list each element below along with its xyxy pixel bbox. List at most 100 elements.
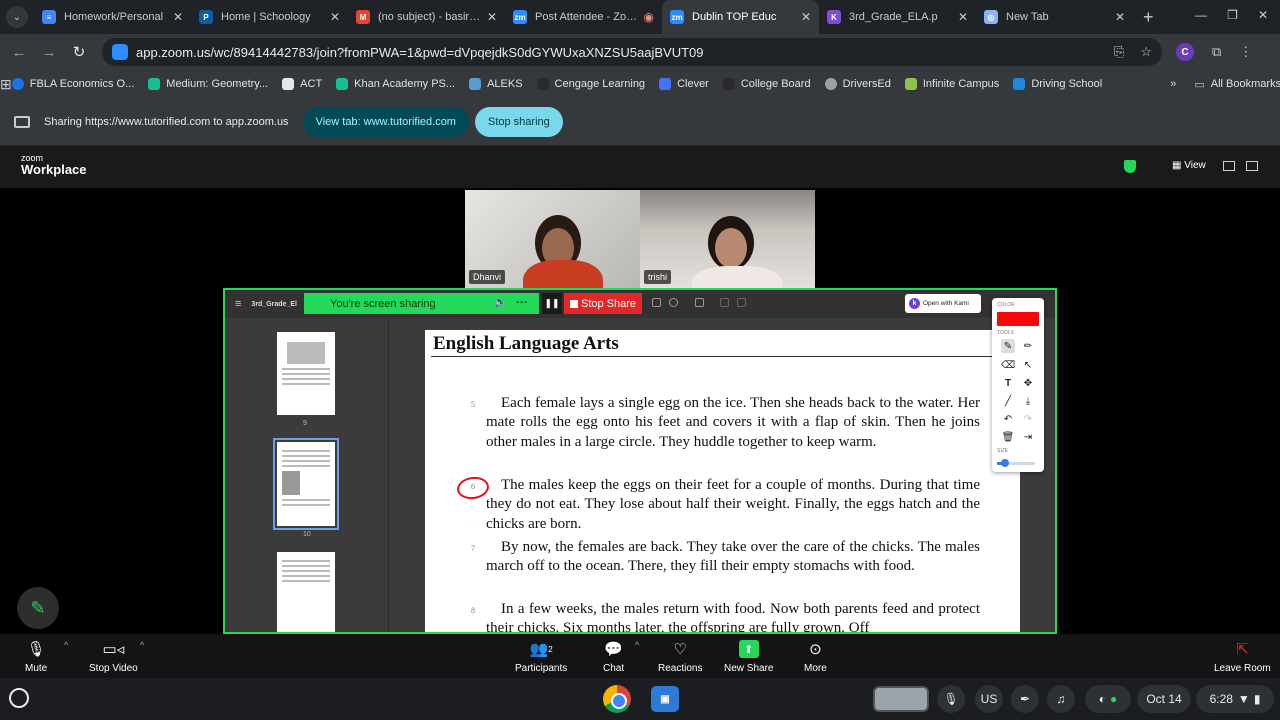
profile-avatar[interactable]: C bbox=[1176, 43, 1194, 61]
bookmark-star-icon[interactable]: ☆ bbox=[1140, 44, 1152, 60]
hamburger-icon[interactable]: ≡ bbox=[235, 298, 241, 310]
screen-share-status-button[interactable]: ◐ ● bbox=[1085, 685, 1131, 713]
marker-icon[interactable]: ✏ bbox=[1021, 339, 1035, 353]
annotate-pen-button[interactable]: ✎ bbox=[17, 587, 59, 629]
close-icon[interactable]: ✕ bbox=[801, 10, 811, 24]
pip-icon[interactable] bbox=[1223, 161, 1235, 171]
encryption-shield-icon[interactable] bbox=[1124, 160, 1136, 173]
screen-sharing-indicator[interactable]: You're screen sharing 🔈 ··· bbox=[304, 293, 539, 314]
launcher-icon[interactable] bbox=[9, 688, 29, 708]
all-bookmarks-button[interactable]: ▭ All Bookmarks bbox=[1194, 78, 1280, 91]
close-window-icon[interactable]: ✕ bbox=[1258, 8, 1268, 22]
bookmark-item[interactable]: College Board bbox=[722, 78, 811, 90]
leave-room-button[interactable]: ⇱ Leave Room bbox=[1214, 638, 1271, 674]
mute-button[interactable]: 🎙 Mute bbox=[25, 638, 47, 674]
move-icon[interactable]: ✥ bbox=[1021, 376, 1035, 390]
redo-icon[interactable]: ↷ bbox=[1021, 412, 1035, 426]
redo-icon[interactable] bbox=[737, 298, 746, 307]
thumbnail-page-11[interactable] bbox=[277, 552, 335, 632]
install-app-icon[interactable]: ⎘ bbox=[1114, 44, 1124, 60]
bookmark-item[interactable]: FBLA Economics O... bbox=[11, 78, 134, 90]
pause-share-button[interactable]: ❚❚ bbox=[542, 293, 562, 314]
tab-schoology[interactable]: P Home | Schoology ✕ bbox=[191, 0, 348, 34]
close-icon[interactable]: ✕ bbox=[487, 10, 497, 24]
line-icon[interactable]: ╱ bbox=[1001, 394, 1015, 408]
participants-options-caret[interactable]: ^ bbox=[635, 640, 639, 650]
thumbnail-page-10[interactable] bbox=[273, 438, 339, 530]
eraser-icon[interactable]: ⌫ bbox=[1001, 358, 1015, 372]
trash-icon[interactable]: 🗑 bbox=[1001, 430, 1015, 444]
close-icon[interactable]: ✕ bbox=[173, 10, 183, 24]
ime-button[interactable]: US bbox=[975, 685, 1003, 713]
tab-dublin-top[interactable]: zm Dublin TOP Educ ✕ bbox=[662, 0, 819, 34]
tab-post-attendee[interactable]: zm Post Attendee - Zoom ◉ bbox=[505, 0, 662, 34]
new-share-button[interactable]: ⬆ New Share bbox=[724, 638, 773, 674]
mic-status-button[interactable]: 🎙 bbox=[937, 685, 965, 713]
tab-gmail[interactable]: M (no subject) - basired ✕ bbox=[348, 0, 505, 34]
bookmark-item[interactable]: Clever bbox=[659, 78, 709, 90]
view-tab-button[interactable]: View tab: www.tutorified.com bbox=[302, 106, 469, 137]
bookmark-item[interactable]: ALEKS bbox=[469, 78, 523, 90]
undo-icon[interactable]: ↶ bbox=[1001, 412, 1015, 426]
bookmark-item[interactable]: DriversEd bbox=[824, 78, 891, 90]
close-icon[interactable]: ✕ bbox=[1115, 10, 1125, 24]
bookmarks-overflow-button[interactable]: » bbox=[1170, 78, 1176, 90]
system-tray-button[interactable]: 6:28 ▼ ▮ bbox=[1196, 685, 1274, 713]
video-options-caret[interactable]: ^ bbox=[140, 640, 144, 650]
bookmark-item[interactable]: Infinite Campus bbox=[904, 78, 999, 90]
minimize-icon[interactable]: — bbox=[1195, 8, 1207, 22]
tab-homework[interactable]: ≡ Homework/Personal ✕ bbox=[34, 0, 191, 34]
stop-video-button[interactable]: ▭◃ Stop Video bbox=[89, 638, 138, 674]
pointer-icon[interactable]: ↖ bbox=[1021, 358, 1035, 372]
classroom-app-icon[interactable]: ▣ bbox=[651, 686, 679, 712]
exit-icon[interactable]: ⇥ bbox=[1021, 430, 1035, 444]
media-controls-button[interactable]: ♫ bbox=[1047, 685, 1075, 713]
page-icon[interactable] bbox=[652, 298, 661, 307]
tab-kami-pdf[interactable]: K 3rd_Grade_ELA.p ✕ bbox=[819, 0, 976, 34]
back-icon[interactable]: ← bbox=[4, 44, 34, 61]
open-with-kami-button[interactable]: k Open with Kami bbox=[905, 294, 981, 313]
more-button[interactable]: ⊙ More bbox=[804, 638, 827, 674]
more-dots-icon[interactable]: ··· bbox=[516, 295, 528, 309]
tab-new-tab[interactable]: ◎ New Tab ✕ bbox=[976, 0, 1133, 34]
split-icon[interactable] bbox=[695, 298, 704, 307]
stop-sharing-button[interactable]: Stop sharing bbox=[474, 106, 563, 137]
bookmark-item[interactable]: Cengage Learning bbox=[536, 78, 645, 90]
chrome-app-icon[interactable] bbox=[603, 685, 631, 713]
audio-icon[interactable]: 🔈 bbox=[494, 297, 506, 308]
bookmark-item[interactable]: Medium: Geometry... bbox=[148, 78, 268, 90]
chat-button[interactable]: 💬 Chat bbox=[603, 638, 624, 674]
restore-icon[interactable]: ❐ bbox=[1227, 8, 1238, 22]
close-icon[interactable]: ✕ bbox=[330, 10, 340, 24]
extensions-icon[interactable]: ⧉ bbox=[1212, 44, 1221, 60]
stop-share-button[interactable]: Stop Share bbox=[564, 293, 642, 314]
size-slider-knob[interactable] bbox=[1001, 459, 1009, 467]
omnibox[interactable]: app.zoom.us/wc/89414442783/join?fromPWA=… bbox=[102, 38, 1162, 66]
screen-capture-thumbnail[interactable] bbox=[873, 686, 929, 712]
view-button[interactable]: ▦ View bbox=[1172, 160, 1206, 171]
audio-options-caret[interactable]: ^ bbox=[64, 640, 68, 650]
fullscreen-icon[interactable] bbox=[1246, 161, 1258, 171]
reload-icon[interactable]: ↻ bbox=[64, 43, 94, 61]
text-icon[interactable]: T bbox=[1001, 376, 1015, 390]
thumbnail-page-9[interactable] bbox=[277, 332, 335, 415]
bookmark-item[interactable]: Khan Academy PS... bbox=[336, 78, 455, 90]
rotate-icon[interactable] bbox=[669, 298, 678, 307]
pen-icon[interactable]: ✎ bbox=[1001, 339, 1015, 353]
bookmark-item[interactable]: ACT bbox=[282, 78, 322, 90]
apps-grid-icon[interactable]: ⊞ bbox=[0, 76, 12, 93]
site-info-icon[interactable] bbox=[112, 44, 128, 60]
pen-color-swatch[interactable] bbox=[997, 312, 1039, 326]
reactions-button[interactable]: ♡ Reactions bbox=[658, 638, 702, 674]
forward-icon[interactable]: → bbox=[34, 44, 64, 61]
participant-video-trishi[interactable]: trishi bbox=[640, 190, 815, 288]
new-tab-button[interactable]: + bbox=[1143, 7, 1154, 28]
participant-video-dhanvi[interactable]: Dhanvi bbox=[465, 190, 640, 288]
menu-dots-icon[interactable]: ⋮ bbox=[1239, 44, 1252, 60]
bookmark-item[interactable]: Driving School bbox=[1013, 78, 1102, 90]
tab-search-button[interactable]: ⌄ bbox=[6, 6, 28, 28]
date-button[interactable]: Oct 14 bbox=[1137, 685, 1191, 713]
download-icon[interactable]: ⤓ bbox=[1021, 394, 1035, 408]
participants-button[interactable]: 👥 2 Participants bbox=[515, 638, 567, 674]
close-icon[interactable]: ✕ bbox=[958, 10, 968, 24]
